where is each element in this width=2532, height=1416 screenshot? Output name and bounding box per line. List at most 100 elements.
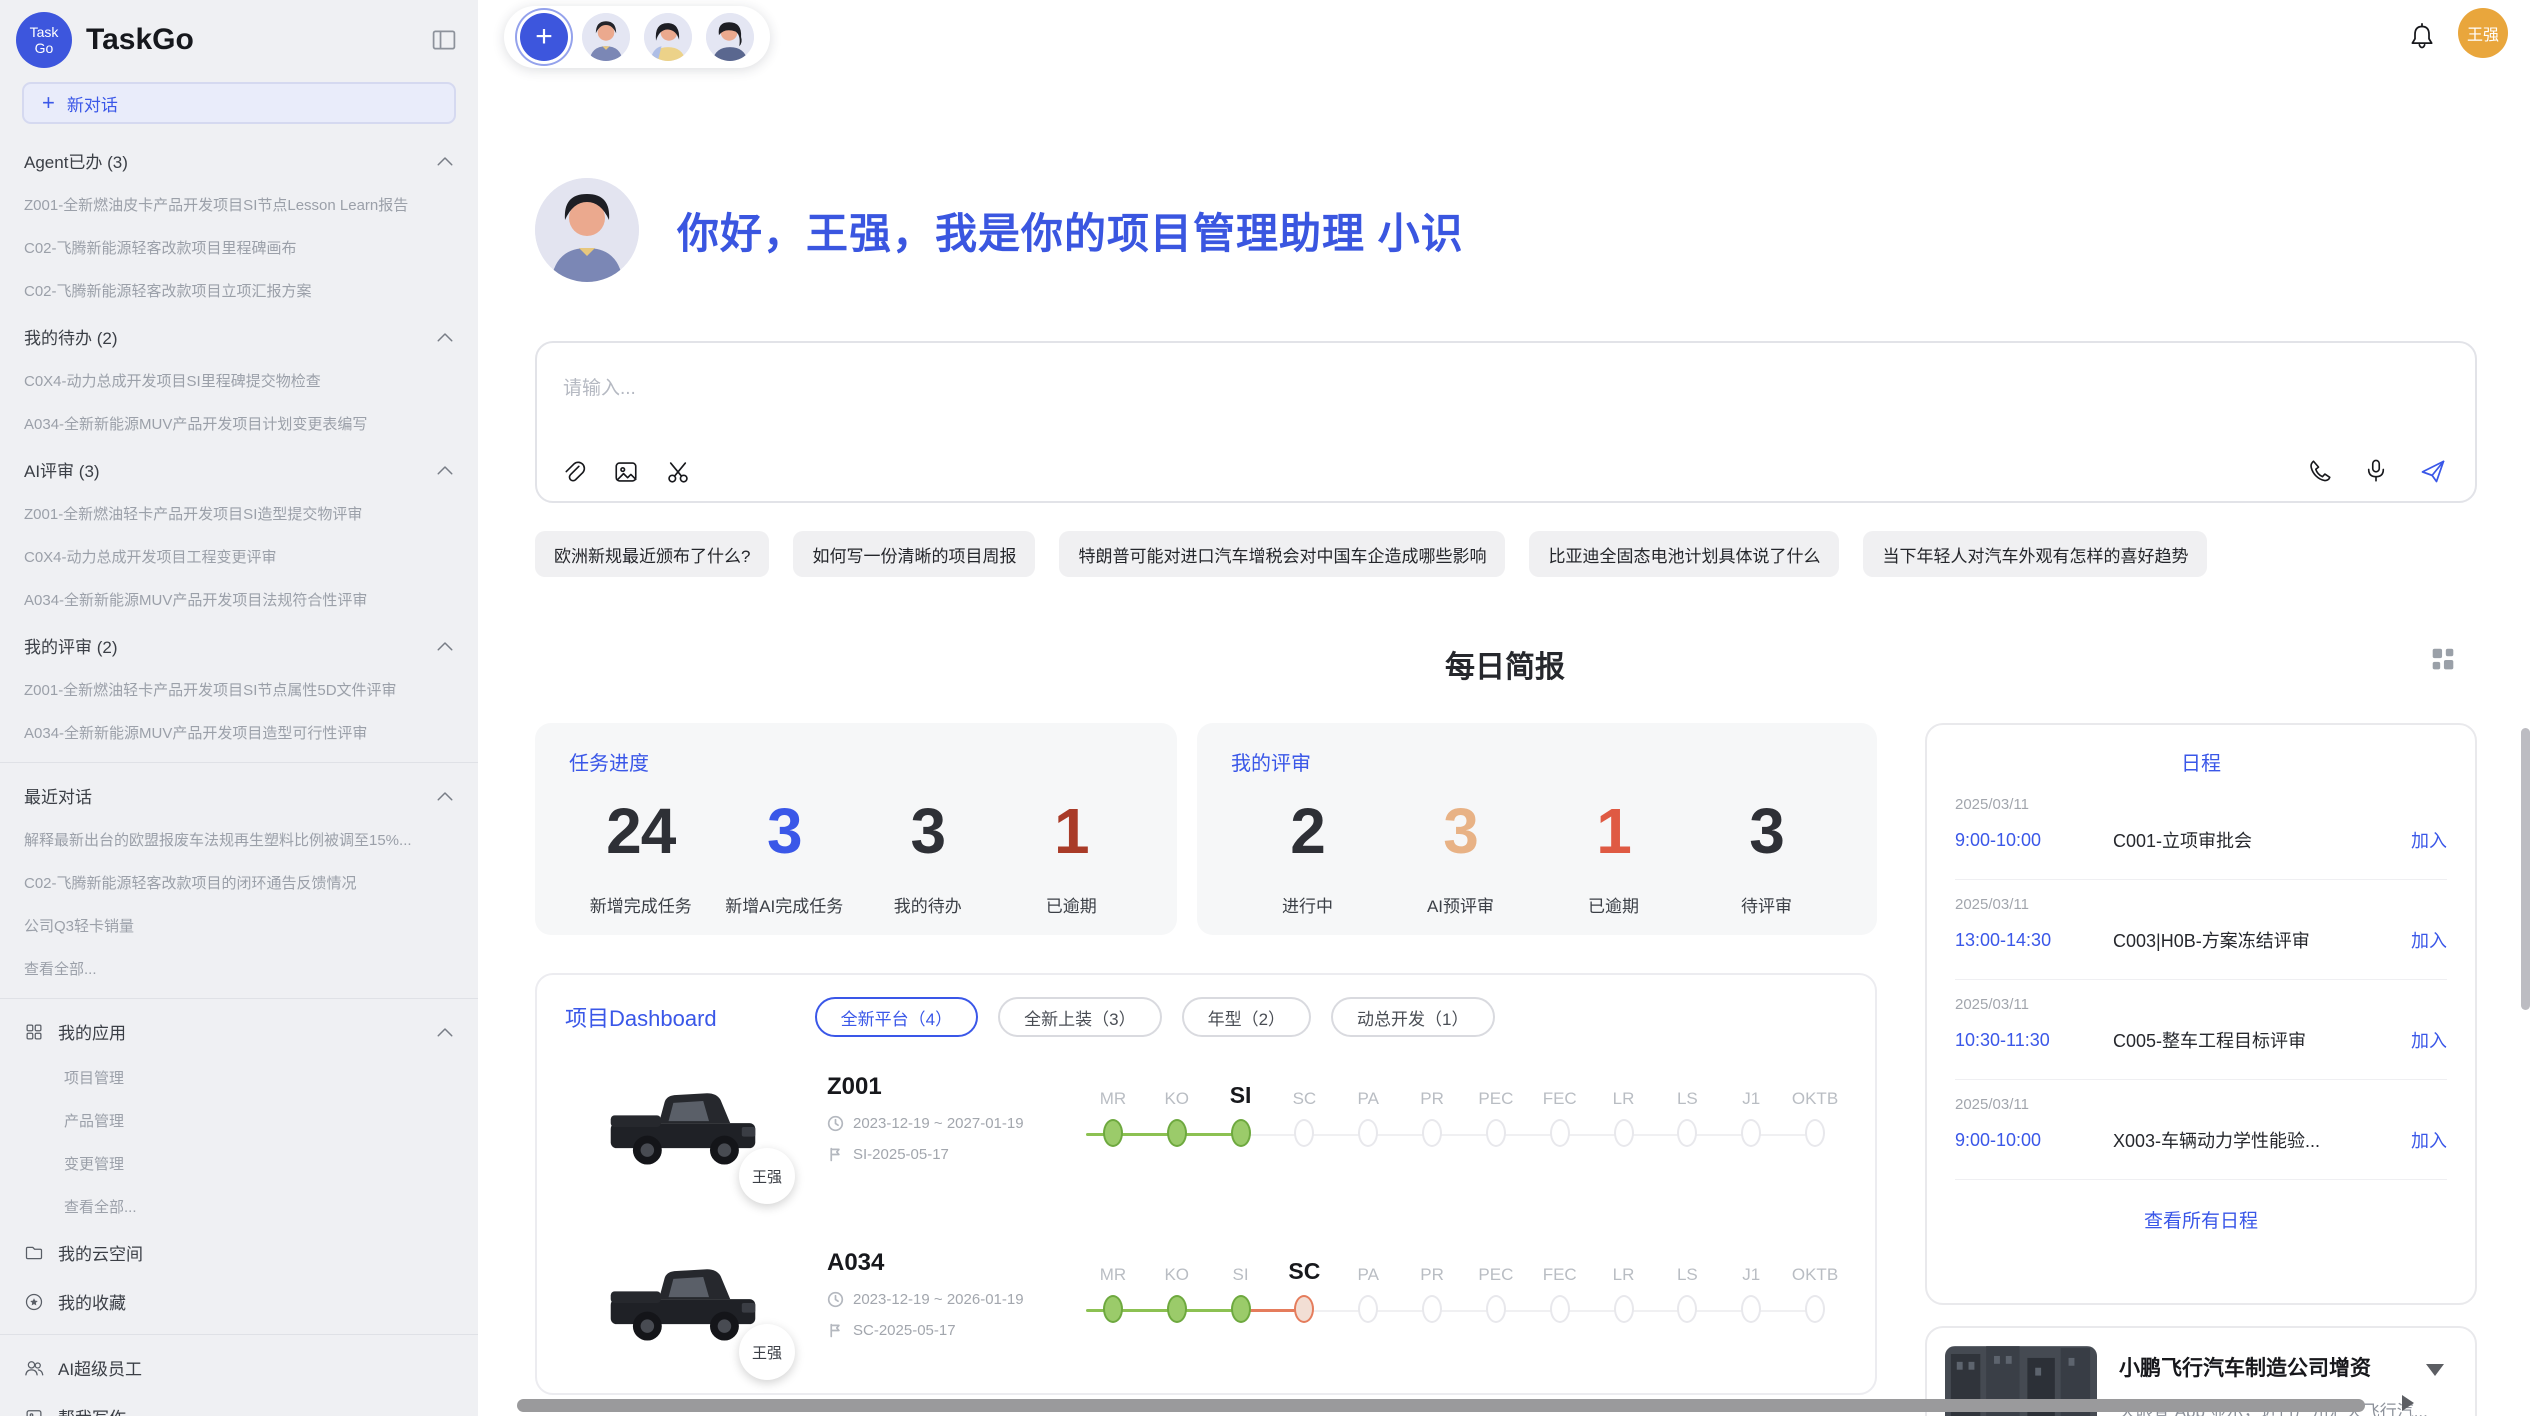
favorites-label: 我的收藏 xyxy=(58,1289,126,1314)
help-write-item[interactable]: 帮我写作 xyxy=(0,1392,478,1416)
suggestion-chip[interactable]: 欧洲新规最近颁布了什么? xyxy=(535,531,769,577)
recent-view-all[interactable]: 查看全部... xyxy=(0,947,478,990)
flag-icon xyxy=(827,1146,844,1163)
scissors-icon[interactable] xyxy=(665,459,691,485)
sidebar-item[interactable]: A034-全新新能源MUV产品开发项目法规符合性评审 xyxy=(0,578,478,621)
image-upload-icon[interactable] xyxy=(613,459,639,485)
stage-label: FEC xyxy=(1528,1089,1592,1109)
sidebar-item[interactable]: Z001-全新燃油皮卡产品开发项目SI节点Lesson Learn报告 xyxy=(0,183,478,226)
tab-powertrain[interactable]: 动总开发（1） xyxy=(1331,997,1494,1037)
view-all-schedule-link[interactable]: 查看所有日程 xyxy=(1955,1180,2447,1233)
sidebar: Task Go TaskGo + 新对话 Agent已办 (3) Z001-全新… xyxy=(0,0,478,1416)
cloud-space-item[interactable]: 我的云空间 xyxy=(0,1228,478,1277)
section-header[interactable]: AI评审 (3) xyxy=(0,445,478,492)
join-meeting-link[interactable]: 加入 xyxy=(2411,927,2447,953)
chat-input[interactable]: 请输入... xyxy=(535,341,2477,503)
paperclip-icon[interactable] xyxy=(561,459,587,485)
vertical-scrollbar[interactable] xyxy=(2521,728,2530,1010)
logo-line1: Task xyxy=(30,24,59,40)
my-apps-header[interactable]: 我的应用 xyxy=(0,1007,478,1056)
recent-item[interactable]: C02-飞腾新能源轻客改款项目的闭环通告反馈情况 xyxy=(0,861,478,904)
section-header[interactable]: Agent已办 (3) xyxy=(0,136,478,183)
section-label: Agent已办 (3) xyxy=(24,148,128,173)
agent-avatar-1[interactable] xyxy=(582,13,630,61)
apps-view-all[interactable]: 查看全部... xyxy=(0,1185,478,1228)
scroll-right-arrow[interactable] xyxy=(2402,1395,2414,1411)
stat-value: 2 xyxy=(1231,794,1384,868)
sidebar-item[interactable]: C02-飞腾新能源轻客改款项目立项汇报方案 xyxy=(0,269,478,312)
schedule-time: 9:00-10:00 xyxy=(1955,830,2113,851)
sidebar-item[interactable]: A034-全新新能源MUV产品开发项目造型可行性评审 xyxy=(0,711,478,754)
stage-label: FEC xyxy=(1528,1265,1592,1285)
tab-new-platform[interactable]: 全新平台（4） xyxy=(815,997,978,1037)
chevron-up-icon xyxy=(436,1026,454,1038)
stage-label: J1 xyxy=(1719,1089,1783,1109)
app-item[interactable]: 产品管理 xyxy=(0,1099,478,1142)
task-progress-card: 任务进度 24新增完成任务 3新增AI完成任务 3我的待办 1已逾期 xyxy=(535,723,1177,935)
send-icon[interactable] xyxy=(2419,457,2447,485)
suggestion-chip[interactable]: 比亚迪全固态电池计划具体说了什么 xyxy=(1529,531,1839,577)
horizontal-scrollbar[interactable] xyxy=(517,1399,2365,1412)
project-name: Z001 xyxy=(827,1073,1075,1101)
sidebar-item[interactable]: C0X4-动力总成开发项目工程变更评审 xyxy=(0,535,478,578)
sidebar-section-ai-review: AI评审 (3) Z001-全新燃油轻卡产品开发项目SI造型提交物评审 C0X4… xyxy=(0,445,478,621)
join-meeting-link[interactable]: 加入 xyxy=(2411,1127,2447,1153)
section-header[interactable]: 我的待办 (2) xyxy=(0,312,478,359)
stage-label: PA xyxy=(1336,1265,1400,1285)
schedule-name: X003-车辆动力学性能验... xyxy=(2113,1127,2395,1153)
stat: 1已逾期 xyxy=(1000,794,1144,917)
app-item[interactable]: 变更管理 xyxy=(0,1142,478,1185)
project-row-a034[interactable]: 王强 A034 2023-12-19 ~ 2026-01-19 SC-2025-… xyxy=(565,1249,1847,1389)
layout-grid-icon[interactable] xyxy=(2428,644,2458,674)
section-header[interactable]: 最近对话 xyxy=(0,771,478,818)
favorites-item[interactable]: 我的收藏 xyxy=(0,1277,478,1326)
suggestion-chip[interactable]: 如何写一份清晰的项目周报 xyxy=(793,531,1035,577)
phone-icon[interactable] xyxy=(2307,458,2333,484)
section-label: 我的评审 (2) xyxy=(24,633,118,658)
sidebar-item[interactable]: Z001-全新燃油轻卡产品开发项目SI造型提交物评审 xyxy=(0,492,478,535)
schedule-panel: 日程 2025/03/11 9:00-10:00 C001-立项审批会 加入 2… xyxy=(1925,723,2477,1305)
tab-year-model[interactable]: 年型（2） xyxy=(1182,997,1311,1037)
input-actions xyxy=(2307,457,2447,485)
project-image: 王强 xyxy=(601,1249,765,1360)
milestone-dot-done xyxy=(1103,1119,1123,1147)
ai-super-staff-item[interactable]: AI超级员工 xyxy=(0,1343,478,1392)
sidebar-item[interactable]: C02-飞腾新能源轻客改款项目里程碑画布 xyxy=(0,226,478,269)
stage-label: LR xyxy=(1592,1089,1656,1109)
suggestion-chip[interactable]: 特朗普可能对进口汽车增税会对中国车企造成哪些影响 xyxy=(1059,531,1505,577)
new-chat-button[interactable]: + 新对话 xyxy=(22,82,456,124)
stat-label: 已逾期 xyxy=(1537,892,1690,917)
sidebar-item[interactable]: Z001-全新燃油轻卡产品开发项目SI节点属性5D文件评审 xyxy=(0,668,478,711)
user-avatar[interactable]: 王强 xyxy=(2458,8,2508,58)
section-header[interactable]: 我的评审 (2) xyxy=(0,621,478,668)
sidebar-section-agent-done: Agent已办 (3) Z001-全新燃油皮卡产品开发项目SI节点Lesson … xyxy=(0,136,478,312)
scroll-down-arrow[interactable] xyxy=(2426,1364,2444,1376)
join-meeting-link[interactable]: 加入 xyxy=(2411,827,2447,853)
agent-avatar-2[interactable] xyxy=(644,13,692,61)
main-area: + 王强 你好，王强，我是你的项目管理助理 小识 请输入... xyxy=(478,0,2532,1416)
sidebar-item[interactable]: A034-全新新能源MUV产品开发项目计划变更表编写 xyxy=(0,402,478,445)
stat: 3新增AI完成任务 xyxy=(713,794,857,917)
join-meeting-link[interactable]: 加入 xyxy=(2411,1027,2447,1053)
tab-new-body[interactable]: 全新上装（3） xyxy=(998,997,1161,1037)
app-item[interactable]: 项目管理 xyxy=(0,1056,478,1099)
schedule-date: 2025/03/11 xyxy=(1955,796,2447,813)
collapse-sidebar-icon[interactable] xyxy=(430,27,458,53)
project-info: A034 2023-12-19 ~ 2026-01-19 SC-2025-05-… xyxy=(827,1249,1075,1339)
project-row-z001[interactable]: 王强 Z001 2023-12-19 ~ 2027-01-19 SI-2025-… xyxy=(565,1073,1847,1213)
agent-avatar-3[interactable] xyxy=(706,13,754,61)
stat-label: AI预评审 xyxy=(1384,892,1537,917)
milestone-dot-done xyxy=(1231,1119,1251,1147)
stat-value: 3 xyxy=(1384,794,1537,868)
suggestion-chip[interactable]: 当下年轻人对汽车外观有怎样的喜好趋势 xyxy=(1863,531,2207,577)
recent-item[interactable]: 公司Q3轻卡销量 xyxy=(0,904,478,947)
recent-item[interactable]: 解释最新出台的欧盟报废车法规再生塑料比例被调至15%... xyxy=(0,818,478,861)
project-dates: 2023-12-19 ~ 2026-01-19 xyxy=(827,1291,1075,1308)
sidebar-item[interactable]: C0X4-动力总成开发项目SI里程碑提交物检查 xyxy=(0,359,478,402)
schedule-item: 2025/03/11 10:30-11:30 C005-整车工程目标评审 加入 xyxy=(1955,980,2447,1080)
notifications-bell-icon[interactable] xyxy=(2408,22,2436,52)
add-agent-button[interactable]: + xyxy=(520,13,568,61)
milestone-dot xyxy=(1614,1295,1634,1323)
microphone-icon[interactable] xyxy=(2363,458,2389,484)
stage-label: PR xyxy=(1400,1265,1464,1285)
